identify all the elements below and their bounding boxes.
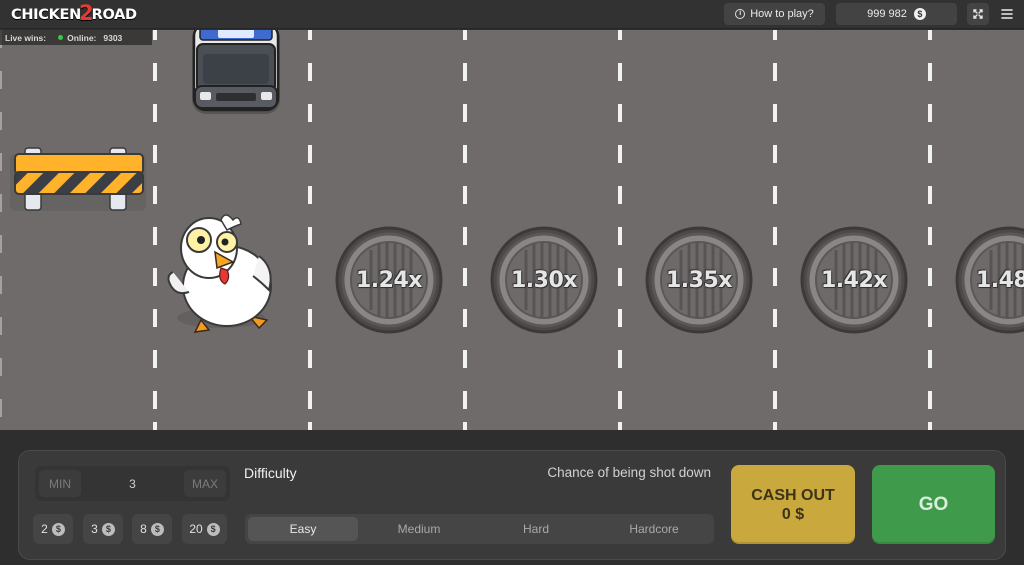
control-panel: MIN 3 MAX 2 $ 3 $ 8 $ 20 $ Difficulty Ch… [18, 450, 1006, 560]
dollar-coin-icon: $ [913, 8, 926, 20]
bet-amount-input[interactable]: 3 [85, 466, 180, 501]
multiplier-label: 1.48x [976, 267, 1024, 293]
dollar-coin-icon: $ [51, 522, 65, 536]
how-to-play-button[interactable]: i How to play? [724, 3, 825, 25]
lane-divider [773, 30, 777, 430]
bet-max-button[interactable]: MAX [184, 470, 226, 497]
live-wins-label: Live wins: [5, 32, 47, 43]
lane-divider [308, 30, 312, 430]
difficulty-easy-tab[interactable]: Easy [248, 517, 358, 541]
live-stats-bar: Live wins: Online: 9303 [0, 30, 152, 45]
quick-bet-amount: 2 [41, 522, 48, 536]
logo-text-left: CHICKEN [11, 7, 81, 23]
multiplier-manhole[interactable]: 1.35x [645, 226, 753, 334]
online-label: Online: [67, 32, 97, 43]
dollar-coin-icon: $ [101, 522, 115, 536]
difficulty-hard-tab[interactable]: Hard [480, 517, 592, 541]
quick-bet-3-button[interactable]: 3 $ [83, 514, 123, 544]
balance-value: 999 982 [867, 8, 907, 20]
quick-bet-20-button[interactable]: 20 $ [182, 514, 227, 544]
cash-out-label: CASH OUT [751, 486, 835, 504]
quick-bet-8-button[interactable]: 8 $ [132, 514, 172, 544]
road-edge [0, 30, 2, 430]
online-count: 9303 [103, 32, 123, 43]
control-area: MIN 3 MAX 2 $ 3 $ 8 $ 20 $ Difficulty Ch… [0, 430, 1024, 565]
how-to-play-label: How to play? [750, 8, 814, 20]
menu-button[interactable] [996, 3, 1018, 25]
police-car-icon [192, 30, 280, 114]
dollar-coin-icon: $ [206, 522, 220, 536]
cash-out-amount: 0 $ [781, 505, 805, 523]
logo-number: 2 [79, 1, 94, 25]
game-logo: CHICKEN 2 ROAD [11, 1, 137, 26]
go-button[interactable]: GO [872, 465, 995, 544]
multiplier-label: 1.35x [666, 267, 732, 293]
info-icon: i [735, 9, 746, 19]
lane-divider [928, 30, 932, 430]
bet-min-button[interactable]: MIN [39, 470, 81, 497]
quick-bet-amount: 20 [189, 522, 203, 536]
road-barrier-icon [10, 147, 146, 211]
online-status-dot-icon [58, 35, 64, 40]
dollar-coin-icon: $ [150, 522, 164, 536]
bet-amount-control: MIN 3 MAX [35, 466, 230, 501]
balance-display: 999 982 $ [836, 3, 957, 25]
difficulty-hardcore-tab[interactable]: Hardcore [597, 517, 711, 541]
difficulty-label: Difficulty [244, 465, 297, 481]
cash-out-button[interactable]: CASH OUT 0 $ [731, 465, 855, 544]
multiplier-label: 1.30x [511, 267, 577, 293]
multiplier-manhole[interactable]: 1.48x [955, 226, 1024, 334]
game-road: 1.24x 1.30x 1.35x 1.42x 1.48 [0, 30, 1024, 430]
lane-divider [618, 30, 622, 430]
fullscreen-icon [973, 9, 983, 19]
lane-divider [153, 30, 157, 430]
multiplier-manhole[interactable]: 1.42x [800, 226, 908, 334]
top-bar: CHICKEN 2 ROAD i How to play? 999 982 $ [0, 0, 1024, 29]
quick-bet-amount: 3 [91, 522, 98, 536]
lane-divider [463, 30, 467, 430]
logo-text-right: ROAD [91, 7, 137, 23]
fullscreen-button[interactable] [967, 3, 989, 25]
multiplier-manhole[interactable]: 1.24x [335, 226, 443, 334]
hamburger-menu-icon [1001, 9, 1013, 19]
difficulty-selector: Easy Medium Hard Hardcore [245, 514, 714, 544]
multiplier-manhole[interactable]: 1.30x [490, 226, 598, 334]
multiplier-label: 1.42x [821, 267, 887, 293]
quick-bet-amount: 8 [140, 522, 147, 536]
chance-label: Chance of being shot down [547, 465, 711, 480]
chicken-character-icon [167, 214, 272, 333]
quick-bet-2-button[interactable]: 2 $ [33, 514, 73, 544]
difficulty-medium-tab[interactable]: Medium [363, 517, 475, 541]
multiplier-label: 1.24x [356, 267, 422, 293]
